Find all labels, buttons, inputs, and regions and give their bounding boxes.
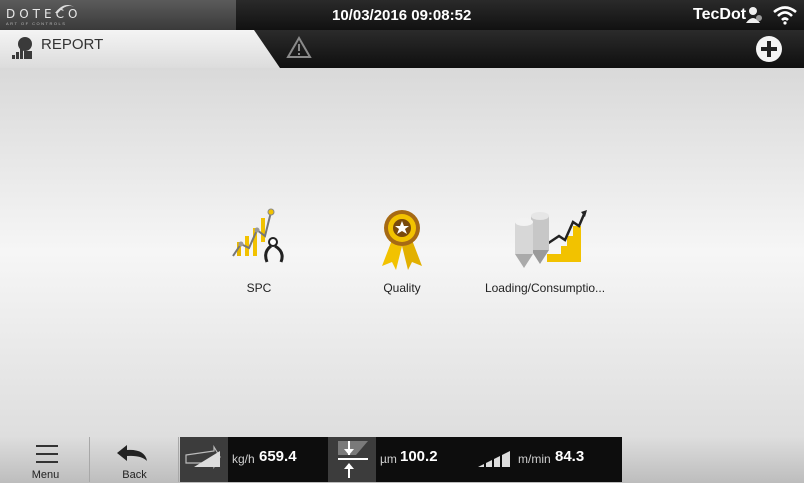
menu-label: Menu [31,469,60,481]
add-button[interactable] [756,36,782,62]
quality-medal-icon [382,210,422,270]
throughput-icon [185,444,221,470]
loading-consumption-icon [515,210,587,268]
menu-button[interactable]: Menu [2,437,90,482]
title-bar: REPORT [0,30,804,68]
tile-label-loading: Loading/Consumptio... [484,281,606,295]
speed-value: 84.3 [555,448,585,465]
speed-icon [478,451,510,468]
quality-tile[interactable]: Quality [332,206,472,295]
page-title: REPORT [41,36,104,53]
speed-gauge [470,437,518,482]
user-icon[interactable] [745,6,763,24]
warning-icon[interactable] [286,36,312,60]
throughput-gauge [180,437,228,482]
user-name[interactable]: TecDot [693,6,746,24]
logo-tagline: ART OF CONTROLS [6,21,67,26]
speed-unit: m/min [518,452,551,466]
tile-label-quality: Quality [383,281,421,295]
brand-logo: DOTECO ART OF CONTROLS [0,0,236,30]
thickness-value: 100.2 [400,448,438,465]
report-icon [12,37,32,59]
back-label: Back [122,469,147,481]
report-menu-area: SPC Quality Loading/Consumptio... [0,68,804,436]
back-arrow-icon [117,445,147,461]
back-button[interactable]: Back [91,437,179,482]
throughput-unit: kg/h [232,452,255,466]
datetime: 10/03/2016 09:08:52 [332,7,472,24]
thickness-unit: µm [380,452,397,466]
status-bar: DOTECO ART OF CONTROLS 10/03/2016 09:08:… [0,0,804,30]
tab-report[interactable]: REPORT [0,30,280,68]
tile-label-spc: SPC [246,281,272,295]
spc-chart-icon [232,208,284,263]
loading-consumption-tile[interactable]: Loading/Consumptio... [475,206,615,295]
throughput-value: 659.4 [259,448,297,465]
hamburger-menu-icon [36,445,58,463]
wifi-icon [773,6,797,25]
process-gauges: kg/h 659.4 µm 100.2 m/min 84.3 [180,437,622,482]
thickness-icon [338,441,368,478]
spc-tile[interactable]: SPC [189,206,329,295]
bottom-bar: Menu Back kg/h 659.4 µm 100.2 m/min 84.3 [0,436,804,483]
logo-swoosh-icon [55,5,74,13]
thickness-gauge [328,437,376,482]
